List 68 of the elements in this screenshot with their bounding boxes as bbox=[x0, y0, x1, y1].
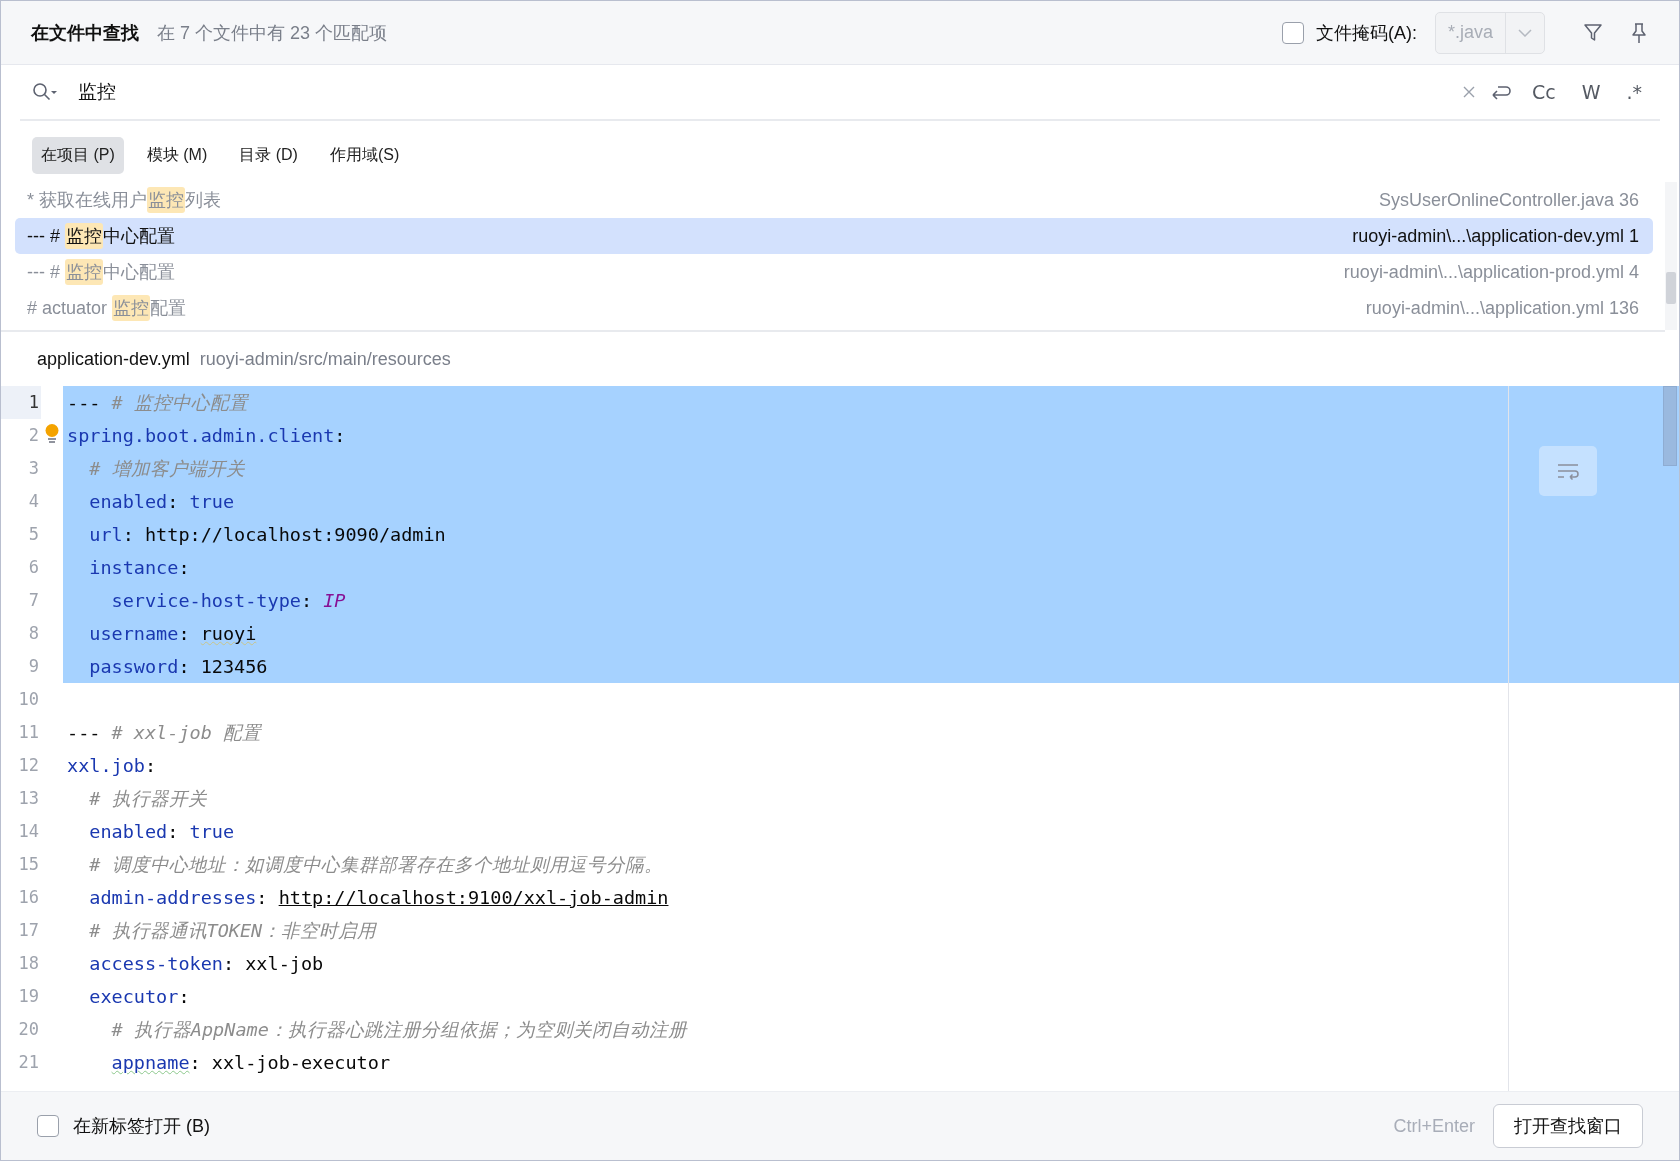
result-text: --- # 监控中心配置 bbox=[27, 260, 175, 284]
result-text: * 获取在线用户监控列表 bbox=[27, 188, 221, 212]
line-number: 1 bbox=[1, 386, 41, 419]
search-field[interactable]: 监控 bbox=[78, 79, 1448, 105]
match-summary: 在 7 个文件中有 23 个匹配项 bbox=[157, 21, 388, 45]
code-line: enabled: true bbox=[88, 820, 236, 844]
close-icon[interactable] bbox=[1461, 85, 1476, 99]
code-line: --- # xxl-job 配置 bbox=[66, 721, 263, 745]
dialog-title: 在文件中查找 bbox=[31, 21, 139, 45]
search-option-toggle[interactable]: W bbox=[1575, 79, 1607, 105]
code-line: executor: bbox=[88, 985, 191, 1009]
line-number: 10 bbox=[17, 688, 40, 711]
code-line: # 执行器通讯TOKEN：非空时启用 bbox=[88, 919, 378, 943]
search-option-toggle[interactable]: .* bbox=[1620, 79, 1648, 105]
lightbulb-icon[interactable] bbox=[45, 424, 59, 444]
search-icon[interactable] bbox=[32, 82, 58, 102]
code-line: access-token: xxl-job bbox=[88, 952, 325, 976]
line-number: 2 bbox=[27, 424, 40, 447]
line-number: 14 bbox=[17, 820, 40, 843]
code-line: # 调度中心地址：如调度中心集群部署存在多个地址则用逗号分隔。 bbox=[88, 853, 664, 877]
line-number: 18 bbox=[17, 952, 40, 975]
result-location: ruoyi-admin\...\application.yml 136 bbox=[1365, 297, 1639, 319]
code-line: xxl.job: bbox=[66, 754, 158, 778]
scope-tab[interactable]: 在项目 (P) bbox=[32, 137, 124, 174]
result-text: # actuator 监控配置 bbox=[27, 296, 187, 320]
search-option-toggle[interactable]: Cc bbox=[1525, 79, 1562, 105]
open-find-window-button[interactable]: 打开查找窗口 bbox=[1493, 1104, 1643, 1148]
chevron-down-icon bbox=[1518, 28, 1532, 37]
result-text: --- # 监控中心配置 bbox=[27, 224, 175, 248]
line-number: 21 bbox=[17, 1051, 40, 1074]
code-line: appname: xxl-job-executor bbox=[110, 1051, 391, 1075]
result-row[interactable]: --- # 监控中心配置 ruoyi-admin\...\application-dev.yml 1 bbox=[15, 218, 1653, 254]
result-location: SysUserOnlineController.java 36 bbox=[1378, 189, 1639, 211]
pin-icon[interactable] bbox=[1629, 21, 1649, 44]
new-tab-label: 在新标签打开 (B) bbox=[73, 1115, 210, 1138]
line-number: 15 bbox=[17, 853, 40, 876]
soft-wrap-button[interactable] bbox=[1539, 446, 1597, 496]
scope-tab[interactable]: 目录 (D) bbox=[230, 137, 307, 174]
line-number: 20 bbox=[17, 1018, 40, 1041]
code-line: # 执行器AppName：执行器心跳注册分组依据；为空则关闭自动注册 bbox=[110, 1018, 689, 1042]
soft-wrap-icon bbox=[1556, 462, 1580, 480]
shortcut-hint: Ctrl+Enter bbox=[1393, 1115, 1475, 1137]
line-number: 7 bbox=[27, 589, 40, 612]
line-number: 12 bbox=[17, 754, 40, 777]
scrollbar-thumb[interactable] bbox=[1666, 272, 1676, 304]
preview-file-path: ruoyi-admin/src/main/resources bbox=[199, 348, 451, 370]
scope-tab[interactable]: 作用域(S) bbox=[320, 137, 409, 174]
line-number: 8 bbox=[27, 622, 40, 645]
line-number: 13 bbox=[17, 787, 40, 810]
result-location: ruoyi-admin\...\application-prod.yml 4 bbox=[1343, 261, 1639, 283]
filter-icon[interactable] bbox=[1583, 22, 1603, 43]
result-location: ruoyi-admin\...\application-dev.yml 1 bbox=[1352, 225, 1639, 247]
scope-tab[interactable]: 模块 (M) bbox=[137, 137, 217, 174]
code-line: admin-addresses: http://localhost:9100/xxl-job-admin bbox=[88, 886, 670, 910]
line-number: 5 bbox=[27, 523, 40, 546]
file-mask-label: 文件掩码(A): bbox=[1315, 21, 1417, 45]
line-number: 11 bbox=[17, 721, 40, 744]
line-number: 19 bbox=[17, 985, 40, 1008]
line-number: 3 bbox=[27, 457, 40, 480]
line-number: 9 bbox=[27, 655, 40, 678]
scrollbar-thumb[interactable] bbox=[1663, 386, 1677, 466]
code-line: # 执行器开关 bbox=[88, 787, 208, 811]
line-number: 4 bbox=[27, 490, 40, 513]
preview-file-name: application-dev.yml bbox=[37, 348, 190, 370]
checkbox[interactable] bbox=[37, 1115, 59, 1137]
line-number: 17 bbox=[17, 919, 40, 942]
line-number: 6 bbox=[27, 556, 40, 579]
line-number: 16 bbox=[17, 886, 40, 909]
